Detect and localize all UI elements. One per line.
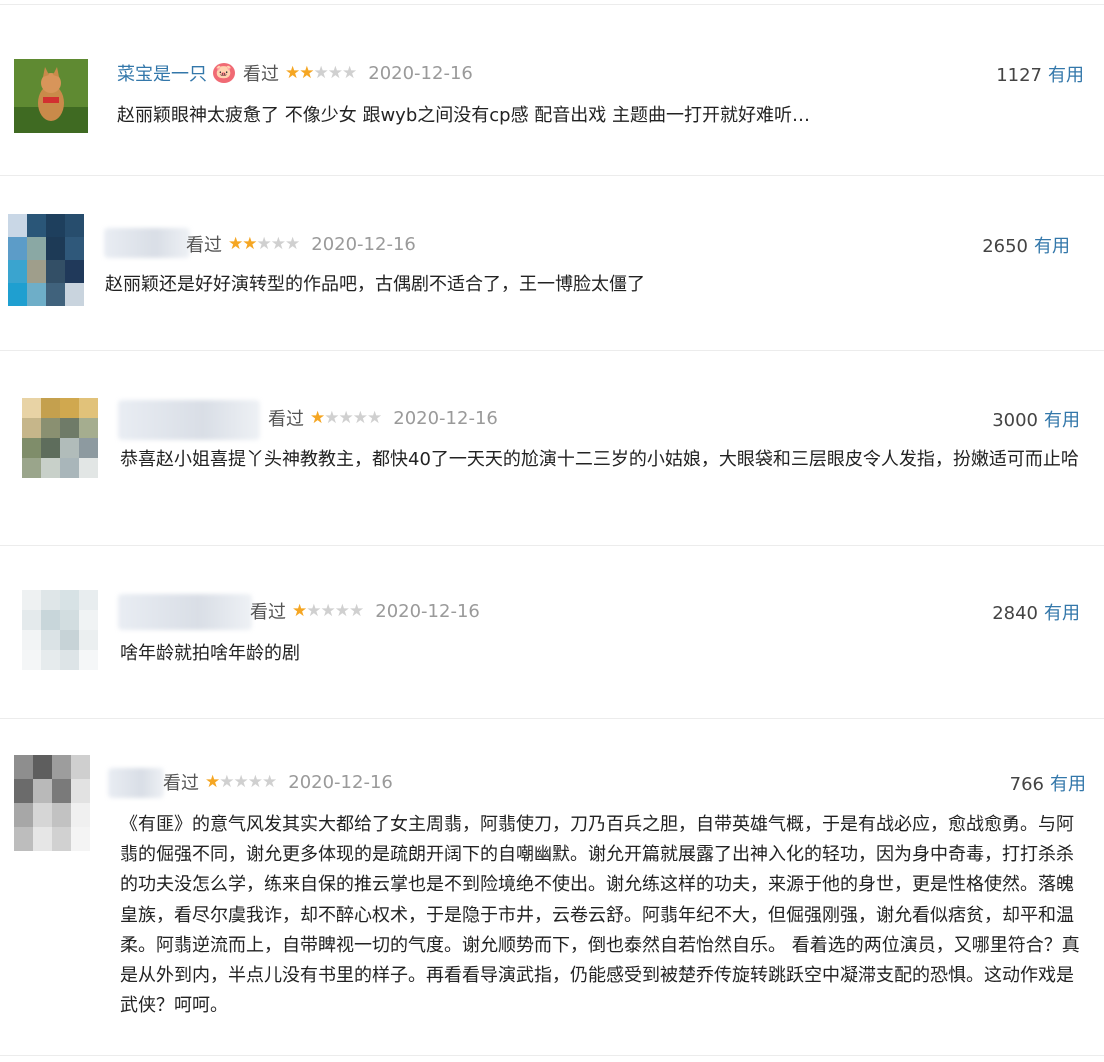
comment-header: 菜宝是一只 🐷 看过 ★ ★ ★ ★ ★ 2020-12-16 — [117, 60, 473, 86]
star-empty-icon: ★ — [367, 408, 382, 428]
star-rating: ★ ★ ★ ★ ★ — [292, 601, 364, 621]
star-empty-icon: ★ — [270, 234, 286, 254]
comment-header: 看过 ★ ★ ★ ★ ★ 2020-12-16 — [268, 405, 498, 431]
comment-text: 啥年龄就拍啥年龄的剧 — [120, 643, 300, 664]
star-empty-icon: ★ — [247, 772, 263, 792]
seen-label: 看过 — [268, 409, 304, 430]
star-filled-icon: ★ — [299, 63, 314, 83]
star-empty-icon: ★ — [233, 772, 249, 792]
star-empty-icon: ★ — [338, 408, 354, 428]
comment-header: 看过 ★ ★ ★ ★ ★ 2020-12-16 — [250, 598, 480, 624]
pig-icon: 🐷 — [213, 63, 235, 83]
star-empty-icon: ★ — [313, 63, 329, 83]
blurred-username — [104, 228, 190, 258]
useful-button[interactable]: 有用 — [1034, 236, 1070, 257]
star-empty-icon: ★ — [219, 772, 234, 792]
vote-area: 3000 有用 — [992, 406, 1080, 432]
vote-count: 3000 — [992, 410, 1038, 431]
divider — [0, 718, 1104, 719]
divider — [0, 175, 1104, 176]
star-rating: ★ ★ ★ ★ ★ — [205, 772, 277, 792]
useful-button[interactable]: 有用 — [1048, 65, 1084, 86]
star-empty-icon: ★ — [324, 408, 339, 428]
vote-count: 2650 — [982, 236, 1028, 257]
star-rating: ★ ★ ★ ★ ★ — [285, 63, 357, 83]
username-link[interactable]: 菜宝是一只 — [117, 60, 207, 86]
divider — [0, 4, 1104, 5]
star-empty-icon: ★ — [320, 601, 336, 621]
avatar[interactable] — [14, 755, 90, 851]
star-rating: ★ ★ ★ ★ ★ — [310, 408, 382, 428]
blurred-username — [118, 400, 260, 440]
star-filled-icon: ★ — [242, 234, 257, 254]
seen-label: 看过 — [186, 235, 222, 256]
divider — [0, 545, 1104, 546]
vote-count: 1127 — [996, 65, 1042, 86]
star-filled-icon: ★ — [310, 408, 325, 428]
vote-area: 2650 有用 — [982, 232, 1070, 258]
comment-date: 2020-12-16 — [288, 771, 393, 793]
star-empty-icon: ★ — [262, 772, 277, 792]
useful-button[interactable]: 有用 — [1050, 774, 1086, 795]
avatar[interactable] — [22, 590, 98, 670]
star-filled-icon: ★ — [228, 234, 243, 254]
star-empty-icon: ★ — [352, 408, 368, 428]
star-empty-icon: ★ — [349, 601, 364, 621]
avatar[interactable] — [8, 214, 84, 306]
star-empty-icon: ★ — [342, 63, 357, 83]
divider — [0, 1055, 1104, 1056]
comment-text: 《有匪》的意气风发其实大都给了女主周翡，阿翡使刀，刀乃百兵之胆，自带英雄气概，于… — [120, 814, 1080, 1017]
star-filled-icon: ★ — [292, 601, 307, 621]
vote-area: 2840 有用 — [992, 599, 1080, 625]
vote-count: 2840 — [992, 603, 1038, 624]
avatar[interactable] — [22, 398, 98, 478]
comment-date: 2020-12-16 — [375, 600, 480, 622]
blurred-username — [108, 768, 164, 798]
avatar[interactable] — [14, 59, 88, 133]
star-empty-icon: ★ — [334, 601, 350, 621]
comment-header: 看过 ★ ★ ★ ★ ★ 2020-12-16 — [186, 231, 416, 257]
star-empty-icon: ★ — [327, 63, 343, 83]
comment-date: 2020-12-16 — [393, 407, 498, 429]
comment-text: 恭喜赵小姐喜提丫头神教教主，都快40了一天天的尬演十二三岁的小姑娘，大眼袋和三层… — [120, 449, 1079, 470]
divider — [0, 350, 1104, 351]
star-filled-icon: ★ — [285, 63, 300, 83]
star-filled-icon: ★ — [205, 772, 220, 792]
seen-label: 看过 — [163, 773, 199, 794]
useful-button[interactable]: 有用 — [1044, 410, 1080, 431]
blurred-username — [118, 594, 252, 630]
useful-button[interactable]: 有用 — [1044, 603, 1080, 624]
comment-text: 赵丽颖眼神太疲惫了 不像少女 跟wyb之间没有cp感 配音出戏 主题曲一打开就好… — [117, 105, 811, 126]
vote-count: 766 — [1009, 774, 1044, 795]
star-rating: ★ ★ ★ ★ ★ — [228, 234, 300, 254]
star-empty-icon: ★ — [256, 234, 272, 254]
star-empty-icon: ★ — [285, 234, 300, 254]
vote-area: 1127 有用 — [996, 61, 1084, 87]
comment-text: 赵丽颖还是好好演转型的作品吧，古偶剧不适合了，王一博脸太僵了 — [105, 274, 645, 295]
comment-date: 2020-12-16 — [311, 233, 416, 255]
vote-area: 766 有用 — [1010, 770, 1086, 796]
seen-label: 看过 — [250, 602, 286, 623]
dog-avatar-image — [14, 59, 88, 133]
comment-date: 2020-12-16 — [368, 62, 473, 84]
comment-header: 看过 ★ ★ ★ ★ ★ 2020-12-16 — [163, 769, 393, 795]
star-empty-icon: ★ — [306, 601, 321, 621]
seen-label: 看过 — [243, 64, 279, 85]
